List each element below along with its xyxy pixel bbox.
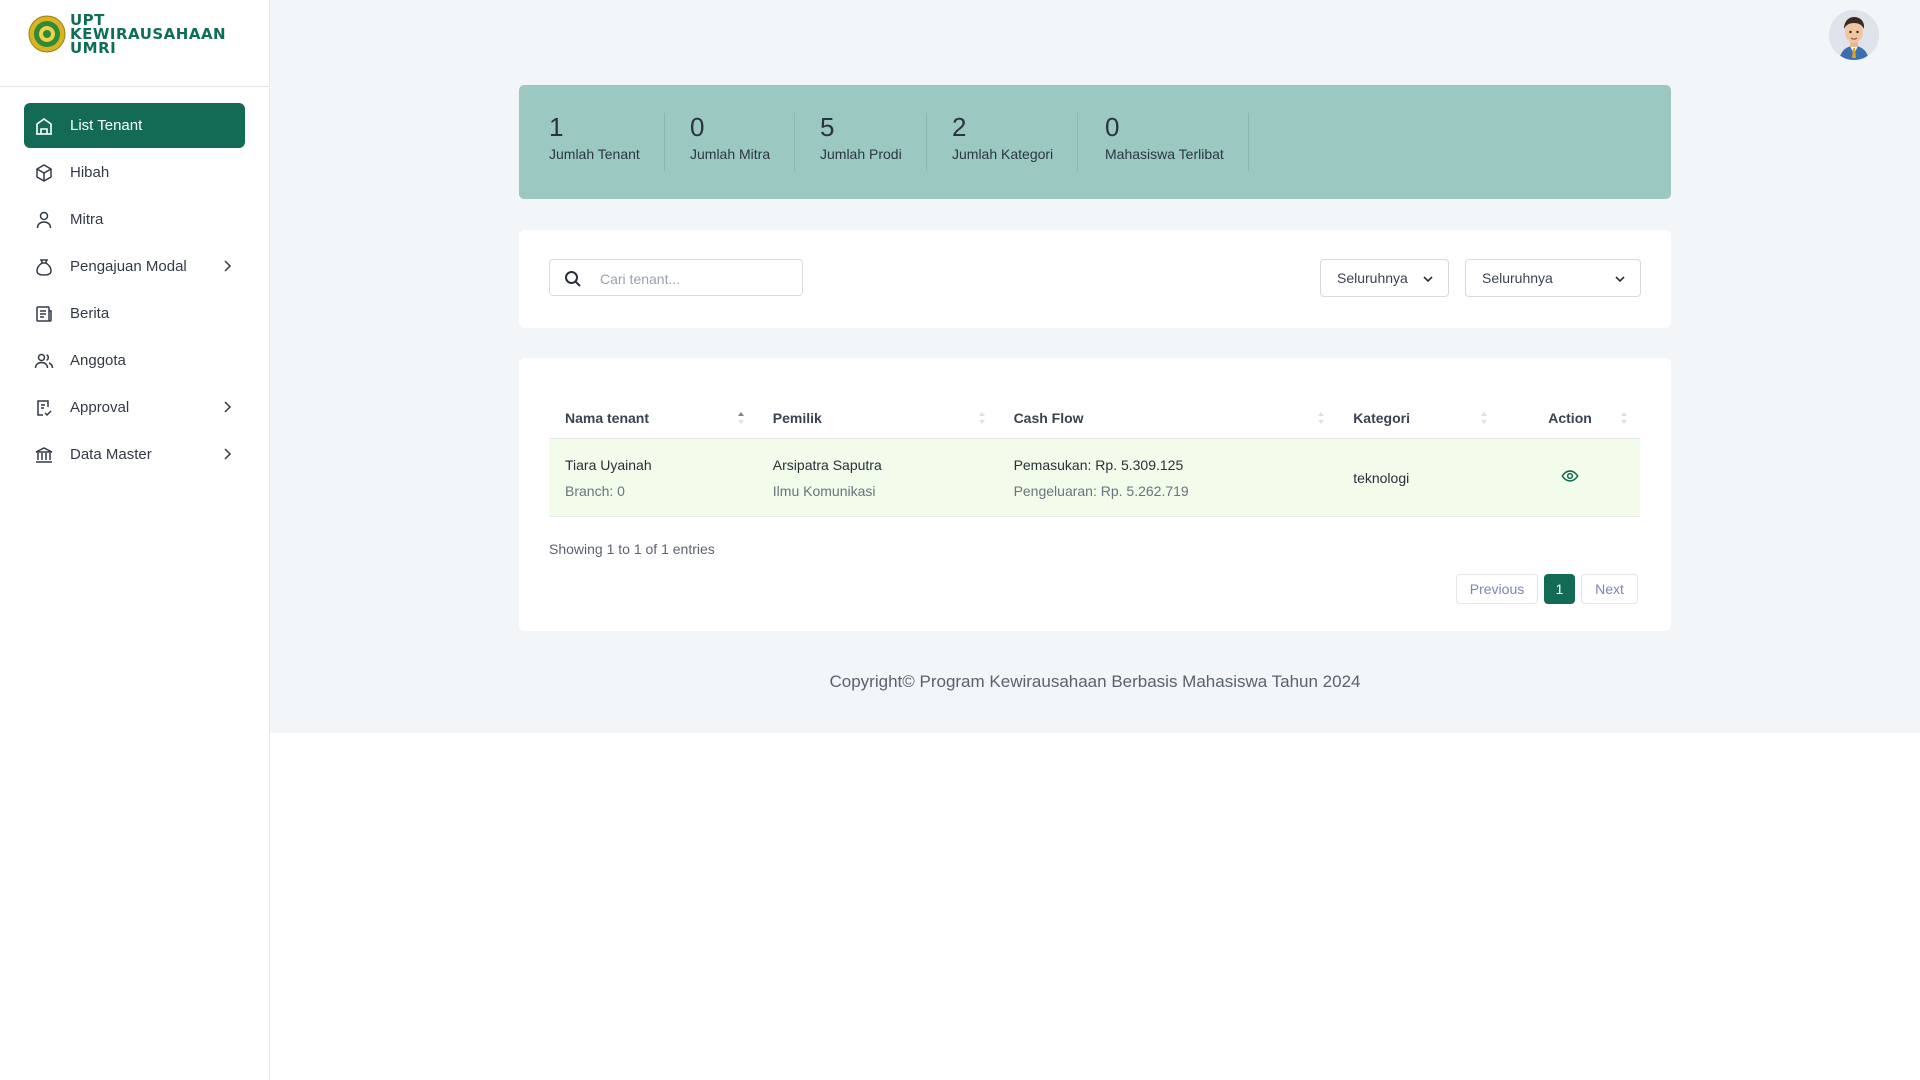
filter-card: Seluruhnya Seluruhnya [519, 230, 1671, 328]
bank-icon [35, 447, 53, 463]
tenant-name: Tiara Uyainah [565, 456, 652, 473]
footer-copyright: Copyright© Program Kewirausahaan Berbasi… [829, 672, 1361, 691]
sidebar-item-label: Anggota [70, 352, 126, 369]
sort-icon [978, 412, 985, 424]
logo-line-3: UMRI [70, 39, 117, 57]
chevron-down-icon [1423, 276, 1433, 283]
chevron-right-icon [224, 448, 232, 460]
search-input[interactable] [598, 266, 792, 292]
next-button[interactable]: Next [1581, 574, 1638, 604]
tenant-branch: Branch: 0 [565, 482, 625, 499]
column-header-label: Cash Flow [1013, 410, 1084, 426]
stat-jumlah-mitra: 0 Jumlah Mitra [690, 112, 796, 171]
sidebar-item-approval[interactable]: Approval [24, 385, 245, 430]
column-header-label: Kategori [1353, 410, 1410, 426]
document-check-icon [37, 400, 52, 417]
sort-icon [1621, 412, 1627, 424]
column-header-label: Action [1548, 410, 1592, 426]
stat-label: Jumlah Mitra [690, 146, 771, 162]
stat-value: 1 [549, 112, 564, 142]
tenant-table-card: Nama tenant Pemilik Cash Flow Kategori A… [519, 358, 1671, 631]
cell-owner: Arsipatra Saputra Ilmu Komunikasi [757, 439, 998, 517]
stat-label: Jumlah Prodi [820, 146, 902, 162]
sort-icon [1318, 412, 1325, 424]
sidebar-item-data-master[interactable]: Data Master [24, 432, 245, 477]
column-header-label: Nama tenant [565, 410, 650, 426]
cell-cash-flow: Pemasukan: Rp. 5.309.125 Pengeluaran: Rp… [998, 439, 1338, 517]
sidebar-item-label: Mitra [70, 211, 104, 228]
sidebar-item-mitra[interactable]: Mitra [24, 197, 245, 242]
cash-income: Pemasukan: Rp. 5.309.125 [1013, 456, 1184, 473]
newspaper-icon [36, 306, 52, 322]
owner-name: Arsipatra Saputra [772, 456, 882, 473]
logo-text: UPT KEWIRAUSAHAAN UMRI [70, 13, 226, 57]
previous-button[interactable]: Previous [1456, 574, 1538, 604]
sidebar-item-label: Approval [70, 399, 130, 416]
table-row: Tiara Uyainah Branch: 0 Arsipatra Saputr… [549, 438, 1640, 517]
column-header-pemilik[interactable]: Pemilik [756, 398, 998, 439]
stat-value: 2 [952, 112, 967, 142]
chevron-right-icon [224, 401, 232, 413]
column-header-kategori[interactable]: Kategori [1337, 398, 1501, 439]
logo-emblem-icon [28, 15, 66, 53]
stat-value: 5 [820, 112, 835, 142]
sidebar-item-label: Data Master [70, 446, 152, 463]
table-header-row: Nama tenant Pemilik Cash Flow Kategori A… [549, 398, 1640, 439]
stat-label: Mahasiswa Terlibat [1105, 146, 1224, 162]
stat-value: 0 [690, 112, 705, 142]
sidebar-item-label: Berita [70, 305, 110, 322]
sidebar-item-label: Hibah [70, 164, 110, 181]
cash-expense: Pengeluaran: Rp. 5.262.719 [1013, 482, 1189, 499]
column-header-label: Pemilik [772, 410, 822, 426]
stat-jumlah-prodi: 5 Jumlah Prodi [820, 113, 927, 171]
stat-mahasiswa-terlibat: 0 Mahasiswa Terlibat [1105, 113, 1249, 171]
user-icon [36, 211, 52, 229]
filter-select-1[interactable]: Seluruhnya [1320, 259, 1449, 297]
stat-jumlah-kategori: 2 Jumlah Kategori [952, 112, 1079, 171]
column-header-action[interactable]: Action [1500, 398, 1640, 439]
avatar-icon [1829, 10, 1879, 60]
user-avatar[interactable] [1829, 10, 1879, 60]
filter-select-1-value: Seluruhnya [1337, 270, 1408, 286]
sort-asc-icon [737, 412, 744, 424]
column-header-nama-tenant[interactable]: Nama tenant [549, 398, 757, 439]
stat-label: Jumlah Tenant [549, 146, 640, 162]
search-icon [565, 271, 581, 287]
sidebar-nav: List Tenant Hibah Mitra Pengajuan Modal … [24, 103, 245, 479]
cell-category: teknologi [1353, 469, 1410, 486]
stat-jumlah-tenant: 1 Jumlah Tenant [549, 113, 665, 171]
sidebar-item-hibah[interactable]: Hibah [24, 150, 245, 195]
filter-select-2-value: Seluruhnya [1482, 270, 1553, 286]
search-box[interactable] [549, 259, 803, 296]
tenant-table: Nama tenant Pemilik Cash Flow Kategori A… [549, 398, 1640, 517]
page-1-button[interactable]: 1 [1544, 574, 1575, 604]
cell-tenant: Tiara Uyainah Branch: 0 [549, 439, 757, 517]
sidebar-item-label: Pengajuan Modal [70, 258, 187, 275]
logo[interactable]: UPT KEWIRAUSAHAAN UMRI [28, 12, 226, 56]
sidebar-item-list-tenant[interactable]: List Tenant [24, 103, 245, 148]
column-header-cash-flow[interactable]: Cash Flow [997, 398, 1338, 439]
owner-prodi: Ilmu Komunikasi [772, 482, 876, 499]
building-icon [36, 118, 52, 135]
users-icon [34, 353, 54, 369]
box-icon [36, 164, 52, 182]
sort-icon [1481, 412, 1488, 424]
pagination: Previous 1 Next [1450, 574, 1638, 604]
stat-label: Jumlah Kategori [952, 146, 1054, 162]
filter-select-2[interactable]: Seluruhnya [1465, 259, 1641, 297]
table-info: Showing 1 to 1 of 1 entries [549, 541, 715, 557]
sidebar: UPT KEWIRAUSAHAAN UMRI List Tenant Hibah… [0, 0, 270, 1080]
sidebar-item-label: List Tenant [70, 117, 143, 134]
money-bag-icon [36, 259, 52, 276]
chevron-down-icon [1615, 276, 1625, 283]
cell-action [1500, 439, 1640, 517]
eye-icon[interactable] [1561, 467, 1579, 485]
sidebar-item-berita[interactable]: Berita [24, 291, 245, 336]
sidebar-item-pengajuan-modal[interactable]: Pengajuan Modal [24, 244, 245, 289]
stats-panel: 1 Jumlah Tenant 0 Jumlah Mitra 5 Jumlah … [519, 85, 1671, 199]
sidebar-divider [0, 86, 269, 87]
stat-value: 0 [1105, 112, 1120, 142]
sidebar-item-anggota[interactable]: Anggota [24, 338, 245, 383]
chevron-right-icon [224, 260, 232, 272]
